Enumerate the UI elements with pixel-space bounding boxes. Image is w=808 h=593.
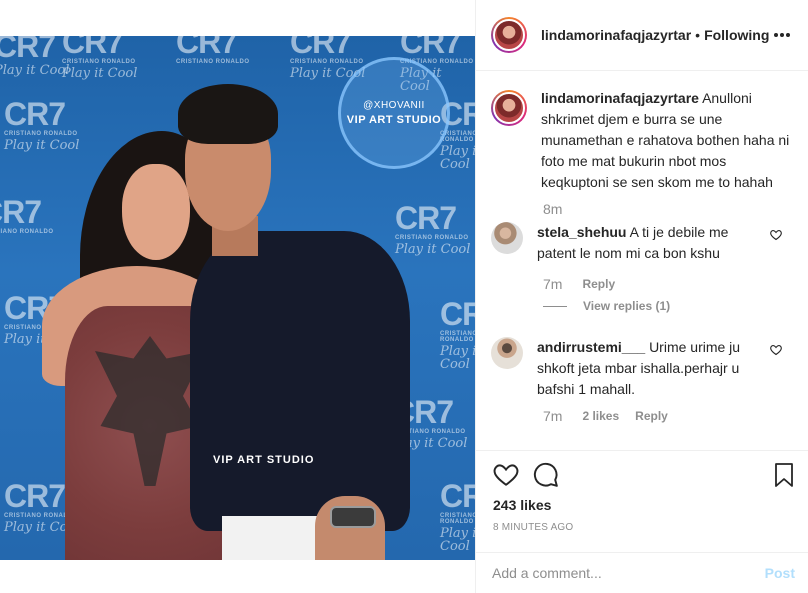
caption-username[interactable]: lindamorinafaqjazyrtare: [541, 90, 699, 106]
comment-bubble-icon[interactable]: [533, 462, 559, 488]
wristwatch: [330, 506, 376, 528]
like-comment-heart-icon[interactable]: [770, 228, 782, 241]
comment-body: stela_shehuu A ti je debile me patent le…: [537, 222, 757, 264]
author-avatar[interactable]: [491, 17, 527, 53]
post-header: lindamorinafaqjazyrtar • Following: [476, 0, 808, 71]
post-sidebar: lindamorinafaqjazyrtar • Following linda…: [475, 0, 808, 593]
like-heart-icon[interactable]: [493, 462, 519, 488]
comment-body: andirrustemi___ Urime urime ju shkoft je…: [537, 337, 757, 400]
commenter-avatar[interactable]: [491, 222, 523, 254]
comments-section[interactable]: lindamorinafaqjazyrtare Anulloni shkrime…: [476, 71, 808, 450]
comment-input[interactable]: [492, 565, 752, 581]
post-photo[interactable]: CR7 Play it Cool CR7 CRISTIANO RONALDO Play…: [0, 0, 475, 593]
likes-count[interactable]: 243 likes: [493, 497, 551, 513]
watermark-bottom: VIP ART STUDIO: [213, 454, 315, 466]
watermark-studio: VIP ART STUDIO: [346, 114, 442, 126]
like-comment-heart-icon[interactable]: [770, 343, 782, 356]
backdrop-logo-tile: CR7CRISTIANO RONALDOPlay it Cool: [62, 36, 138, 81]
save-bookmark-icon[interactable]: [772, 462, 798, 488]
comment-time[interactable]: 7m: [543, 276, 562, 292]
backdrop-logo-tile: CR7CRISTIANO RONALDOPlay it Cool: [440, 478, 475, 554]
comment-meta: 7m Reply: [543, 276, 631, 292]
separator-dot: •: [695, 27, 701, 43]
comment-username[interactable]: stela_shehuu: [537, 224, 626, 240]
backdrop-logo-tile: CR7CRISTIANO RONALDOPlay it Cool: [440, 296, 475, 372]
man-hair: [178, 84, 278, 144]
post-timestamp[interactable]: 8 MINUTES AGO: [493, 522, 573, 533]
post-actions: 243 likes 8 MINUTES AGO: [476, 450, 808, 562]
reply-button[interactable]: Reply: [635, 409, 668, 423]
backdrop-logo-tile: CR7CRISTIANO RONALDOPlay it Cool: [4, 96, 80, 153]
author-username[interactable]: lindamorinafaqjazyrtar: [541, 27, 691, 43]
comment-item: stela_shehuu A ti je debile me patent le…: [491, 222, 796, 264]
watermark-handle: @XHOVANII: [363, 100, 425, 111]
watermark-circle: @XHOVANII VIP ART STUDIO: [338, 57, 450, 169]
backdrop-logo-tile: CR7 Play it Cool: [0, 36, 70, 78]
caption-avatar[interactable]: [491, 90, 527, 126]
caption-body: lindamorinafaqjazyrtare Anulloni shkrime…: [541, 88, 791, 193]
comment-meta: 7m 2 likes Reply: [543, 408, 684, 424]
following-button[interactable]: Following: [704, 27, 769, 43]
more-options-icon[interactable]: [773, 22, 791, 43]
comment-likes[interactable]: 2 likes: [582, 409, 619, 423]
caption-time[interactable]: 8m: [543, 201, 562, 217]
view-replies-line: [543, 305, 567, 307]
backdrop-logo-tile: CR7CRISTIANO RONALDOPlay it Cool: [395, 200, 471, 257]
backdrop-logo-tile: CR7CRISTIANO RONALDO: [0, 194, 54, 235]
add-comment-bar: Post: [476, 552, 808, 593]
comment-item: andirrustemi___ Urime urime ju shkoft je…: [491, 337, 796, 400]
commenter-avatar[interactable]: [491, 337, 523, 369]
reply-button[interactable]: Reply: [582, 277, 615, 291]
view-replies-label: View replies (1): [583, 299, 671, 313]
backdrop-logo-tile: CR7CRISTIANO RONALDO: [176, 36, 250, 65]
post-comment-button[interactable]: Post: [765, 565, 795, 581]
view-replies-button[interactable]: View replies (1): [543, 299, 670, 313]
comment-username[interactable]: andirrustemi___: [537, 339, 645, 355]
comment-time[interactable]: 7m: [543, 408, 562, 424]
woman-face: [122, 164, 190, 260]
man-shirt: [190, 231, 410, 531]
instagram-post: CR7 Play it Cool CR7 CRISTIANO RONALDO Play…: [0, 0, 808, 593]
caption: lindamorinafaqjazyrtare Anulloni shkrime…: [491, 88, 796, 193]
